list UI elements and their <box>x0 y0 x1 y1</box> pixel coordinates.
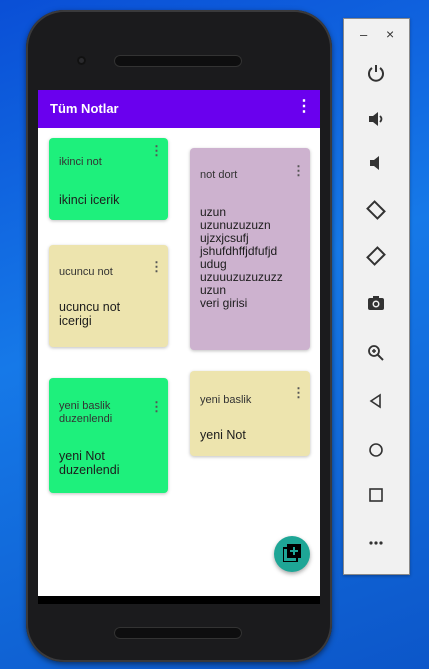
note-body: ikinci icerik <box>59 193 120 207</box>
overview-icon[interactable] <box>360 479 392 511</box>
emulator-toolbar: – × <box>343 18 410 575</box>
front-camera <box>77 56 86 65</box>
power-icon[interactable] <box>360 57 392 89</box>
note-card-yeni-baslik[interactable]: yeni baslik ⋮ yeni Not <box>190 371 310 456</box>
overflow-menu-icon[interactable]: ⋮ <box>296 99 312 115</box>
note-body: uzun uzunuzuzuzn ujzxjcsufj jshufdhffjdf… <box>200 205 283 310</box>
note-menu-icon[interactable]: ⋮ <box>292 386 305 399</box>
add-note-button[interactable] <box>274 536 310 572</box>
note-menu-icon[interactable]: ⋮ <box>150 260 163 273</box>
home-icon[interactable] <box>360 434 392 466</box>
note-card-ikinci[interactable]: ikinci not ⋮ ikinci icerik <box>49 138 168 220</box>
rotate-left-icon[interactable] <box>360 194 392 226</box>
note-title: yeni baslik duzenlendi <box>59 400 113 425</box>
note-card-ucuncu[interactable]: ucuncu not ⋮ ucuncu not icerigi <box>49 245 168 347</box>
minimize-button[interactable]: – <box>360 27 367 42</box>
volume-up-icon[interactable] <box>360 103 392 135</box>
note-title: not dort <box>200 169 238 181</box>
note-menu-icon[interactable]: ⋮ <box>150 144 163 157</box>
note-body: yeni Not <box>200 428 246 442</box>
note-menu-icon[interactable]: ⋮ <box>292 164 305 177</box>
note-body: yeni Not duzenlendi <box>59 449 120 477</box>
more-icon[interactable] <box>360 527 392 559</box>
note-card-not-dort[interactable]: not dort ⋮ uzun uzunuzuzuzn ujzxjcsufj j… <box>190 148 310 350</box>
phone-frame: Tüm Notlar ⋮ ikinci not ⋮ ikinci icerik … <box>26 10 332 662</box>
system-nav-bar <box>38 596 320 604</box>
note-title: ucuncu not <box>59 266 113 278</box>
top-speaker <box>114 55 242 67</box>
add-note-icon <box>282 544 301 567</box>
note-card-yeni-duzenlendi[interactable]: yeni baslik duzenlendi ⋮ yeni Not duzenl… <box>49 378 168 493</box>
bottom-speaker <box>114 627 242 639</box>
phone-screen: Tüm Notlar ⋮ ikinci not ⋮ ikinci icerik … <box>38 90 320 604</box>
note-title: yeni baslik <box>200 394 252 406</box>
note-menu-icon[interactable]: ⋮ <box>150 400 163 413</box>
app-bar: Tüm Notlar ⋮ <box>38 90 320 128</box>
note-body: ucuncu not icerigi <box>59 300 121 328</box>
rotate-right-icon[interactable] <box>360 240 392 272</box>
app-title: Tüm Notlar <box>50 101 119 116</box>
note-title: ikinci not <box>59 156 102 168</box>
zoom-icon[interactable] <box>360 337 392 369</box>
close-button[interactable]: × <box>386 26 394 42</box>
back-icon[interactable] <box>360 385 392 417</box>
volume-down-icon[interactable] <box>360 147 392 179</box>
camera-icon[interactable] <box>360 287 392 319</box>
